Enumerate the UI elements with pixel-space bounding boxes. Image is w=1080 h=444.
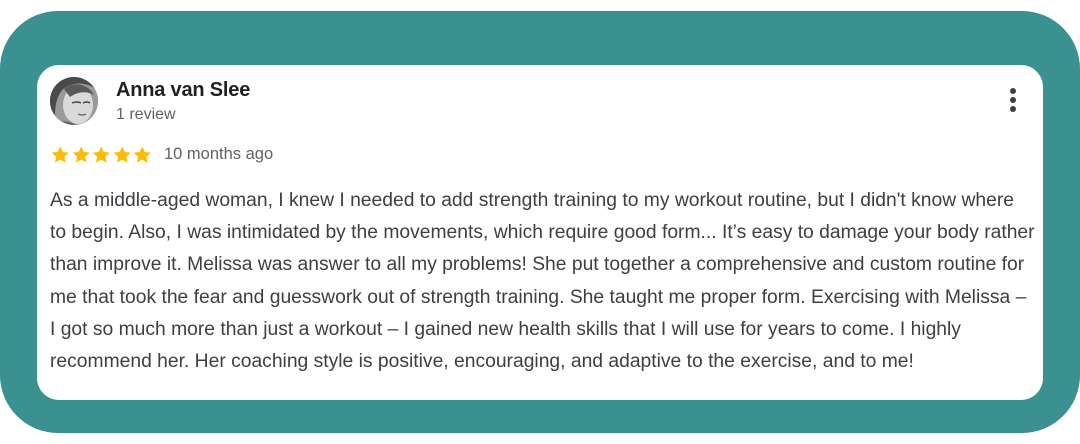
review-count: 1 review — [116, 106, 176, 123]
author-name[interactable]: Anna van Slee — [116, 79, 250, 102]
review-timestamp: 10 months ago — [164, 145, 274, 163]
avatar[interactable] — [50, 77, 98, 125]
review-card: Anna van Slee 1 review 10 months ago As … — [37, 65, 1043, 400]
star-icon — [92, 146, 110, 163]
star-icon — [133, 146, 151, 163]
star-icon — [113, 146, 131, 163]
teal-frame: Anna van Slee 1 review 10 months ago As … — [0, 11, 1080, 433]
review-text: As a middle-aged woman, I knew I needed … — [50, 190, 1035, 373]
star-icon — [51, 146, 69, 163]
more-options-button[interactable] — [1001, 85, 1025, 115]
avatar-photo — [50, 77, 98, 125]
star-rating — [50, 144, 153, 166]
star-icon — [72, 146, 90, 163]
